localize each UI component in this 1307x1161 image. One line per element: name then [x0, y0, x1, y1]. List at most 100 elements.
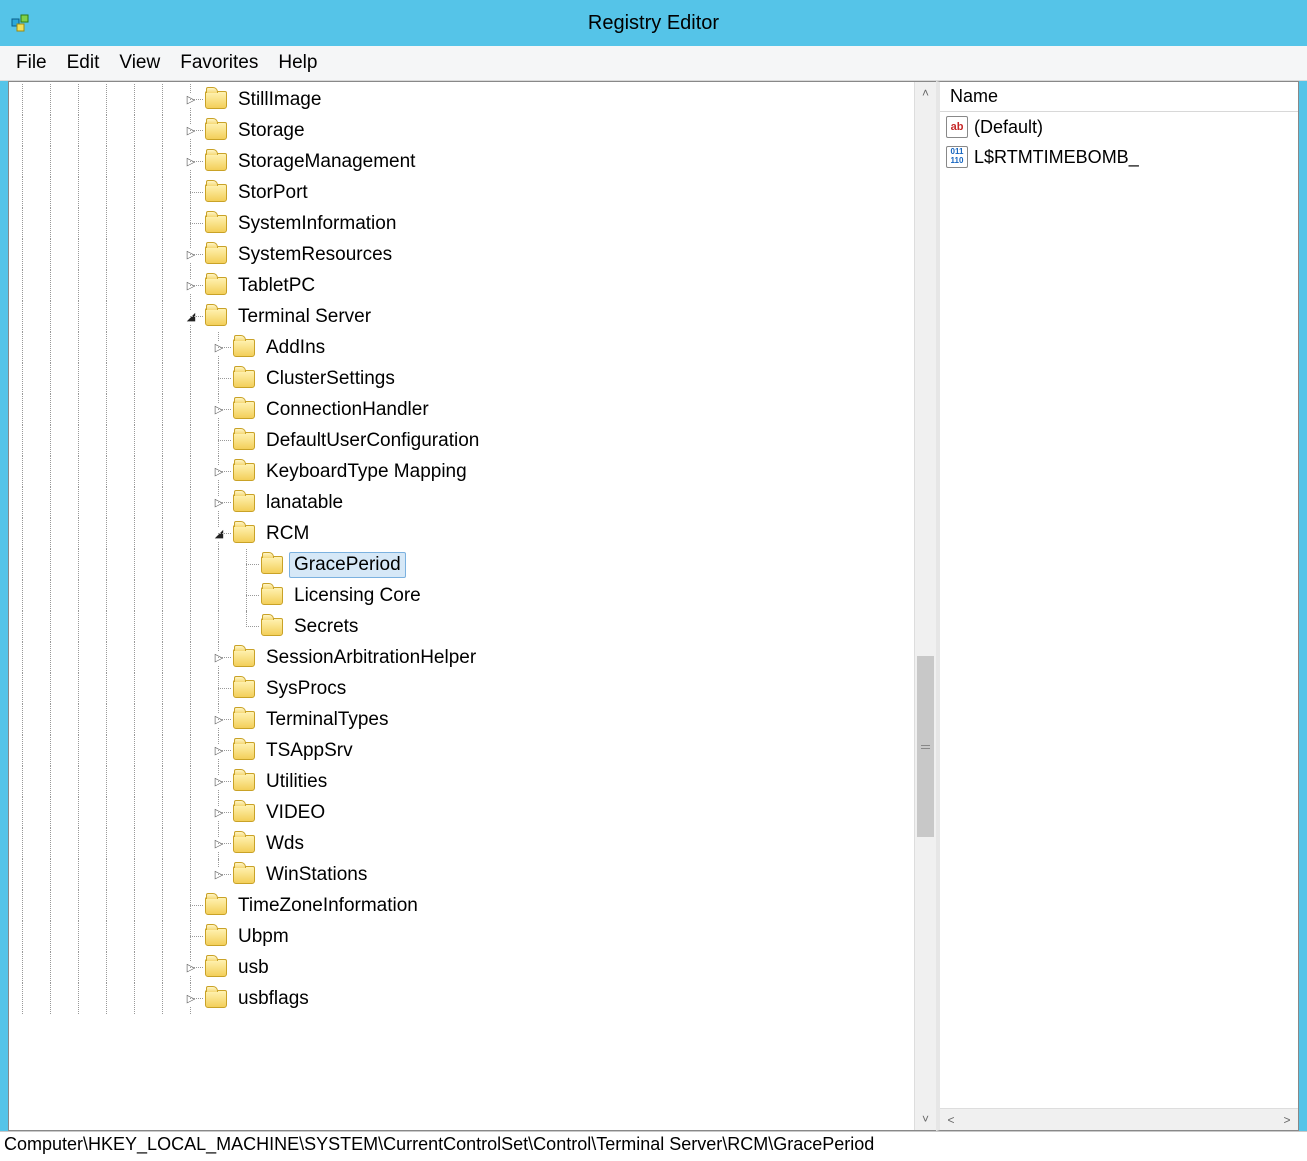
tree-node-label[interactable]: usbflags — [233, 986, 314, 1012]
tree-node[interactable]: ▷ TabletPC — [9, 270, 914, 301]
expand-icon[interactable]: ▷ — [184, 961, 198, 975]
expand-icon[interactable]: ▷ — [212, 465, 226, 479]
scroll-left-icon[interactable]: < — [940, 1109, 962, 1130]
expand-icon[interactable]: ▷ — [212, 341, 226, 355]
tree-node-label[interactable]: SystemResources — [233, 242, 397, 268]
expand-icon[interactable]: ▷ — [184, 992, 198, 1006]
tree-node[interactable]: ▷ TSAppSrv — [9, 735, 914, 766]
tree-node-label[interactable]: SessionArbitrationHelper — [261, 645, 481, 671]
tree-node-label[interactable]: WinStations — [261, 862, 372, 888]
tree-node-label[interactable]: Licensing Core — [289, 583, 426, 609]
tree-node[interactable]: Ubpm — [9, 921, 914, 952]
tree-node[interactable]: TimeZoneInformation — [9, 890, 914, 921]
tree-node[interactable]: ▷ Utilities — [9, 766, 914, 797]
tree-node-label[interactable]: Wds — [261, 831, 309, 857]
scroll-thumb[interactable] — [917, 656, 934, 837]
tree-node-label[interactable]: Utilities — [261, 769, 332, 795]
tree-node[interactable]: ▷ VIDEO — [9, 797, 914, 828]
tree-node[interactable]: ◢ RCM — [9, 518, 914, 549]
tree-node-label[interactable]: Terminal Server — [233, 304, 376, 330]
tree-node[interactable]: ▷ KeyboardType Mapping — [9, 456, 914, 487]
expand-icon[interactable]: ▷ — [212, 744, 226, 758]
tree-node-label[interactable]: TimeZoneInformation — [233, 893, 423, 919]
tree-node-label[interactable]: SystemInformation — [233, 211, 401, 237]
tree-node-label[interactable]: ClusterSettings — [261, 366, 400, 392]
tree-node[interactable]: ▷ StillImage — [9, 84, 914, 115]
expand-icon[interactable]: ▷ — [184, 155, 198, 169]
tree-node[interactable]: GracePeriod — [9, 549, 914, 580]
tree-node[interactable]: Secrets — [9, 611, 914, 642]
folder-icon — [233, 494, 255, 512]
tree-node-label[interactable]: lanatable — [261, 490, 348, 516]
menu-help[interactable]: Help — [268, 48, 327, 78]
scroll-track[interactable] — [915, 104, 936, 1108]
scroll-right-icon[interactable]: > — [1276, 1109, 1298, 1130]
tree-node-label[interactable]: AddIns — [261, 335, 330, 361]
tree-node[interactable]: StorPort — [9, 177, 914, 208]
expand-icon[interactable]: ▷ — [212, 868, 226, 882]
tree-node-label[interactable]: StorageManagement — [233, 149, 420, 175]
tree-node[interactable]: ClusterSettings — [9, 363, 914, 394]
tree-node[interactable]: ◢ Terminal Server — [9, 301, 914, 332]
tree-node[interactable]: ▷ WinStations — [9, 859, 914, 890]
tree-node-label[interactable]: StillImage — [233, 87, 326, 113]
tree-node-label[interactable]: Secrets — [289, 614, 363, 640]
values-horizontal-scrollbar[interactable]: < > — [940, 1108, 1298, 1130]
tree-node-label[interactable]: TSAppSrv — [261, 738, 358, 764]
expand-icon[interactable]: ▷ — [184, 124, 198, 138]
tree-node[interactable]: ▷ lanatable — [9, 487, 914, 518]
folder-icon — [233, 711, 255, 729]
expand-icon[interactable]: ▷ — [212, 806, 226, 820]
tree-node-label[interactable]: TabletPC — [233, 273, 320, 299]
value-row[interactable]: ab(Default) — [940, 112, 1298, 142]
tree-node[interactable]: ▷ usb — [9, 952, 914, 983]
scroll-up-icon[interactable]: ˄ — [915, 82, 936, 104]
tree-node[interactable]: ▷ SessionArbitrationHelper — [9, 642, 914, 673]
tree-node[interactable]: ▷ usbflags — [9, 983, 914, 1014]
tree-node[interactable]: ▷ Storage — [9, 115, 914, 146]
expand-icon[interactable]: ▷ — [212, 651, 226, 665]
expand-icon[interactable]: ▷ — [184, 248, 198, 262]
expand-icon[interactable]: ▷ — [212, 403, 226, 417]
tree-node[interactable]: SystemInformation — [9, 208, 914, 239]
tree-node[interactable]: ▷ StorageManagement — [9, 146, 914, 177]
tree-node-label[interactable]: SysProcs — [261, 676, 351, 702]
tree-node-label[interactable]: GracePeriod — [289, 552, 406, 578]
tree-node-label[interactable]: Storage — [233, 118, 310, 144]
tree-node-label[interactable]: usb — [233, 955, 274, 981]
value-row[interactable]: 011110L$RTMTIMEBOMB_ — [940, 142, 1298, 172]
tree-node-label[interactable]: VIDEO — [261, 800, 330, 826]
hscroll-track[interactable] — [962, 1109, 1276, 1130]
expand-icon[interactable]: ▷ — [184, 279, 198, 293]
values-header-name[interactable]: Name — [940, 82, 1298, 112]
tree-node[interactable]: SysProcs — [9, 673, 914, 704]
menu-edit[interactable]: Edit — [57, 48, 110, 78]
tree-node[interactable]: DefaultUserConfiguration — [9, 425, 914, 456]
registry-tree[interactable]: ▷ StillImage ▷ Storage ▷ StorageManagement Sto… — [9, 82, 914, 1130]
menu-favorites[interactable]: Favorites — [170, 48, 268, 78]
tree-node-label[interactable]: KeyboardType Mapping — [261, 459, 472, 485]
expand-icon[interactable]: ▷ — [212, 713, 226, 727]
collapse-icon[interactable]: ◢ — [184, 310, 198, 324]
tree-node-label[interactable]: RCM — [261, 521, 314, 547]
tree-node-label[interactable]: DefaultUserConfiguration — [261, 428, 484, 454]
menu-file[interactable]: File — [6, 48, 57, 78]
scroll-down-icon[interactable]: ˅ — [915, 1108, 936, 1130]
tree-node[interactable]: ▷ Wds — [9, 828, 914, 859]
tree-node[interactable]: ▷ SystemResources — [9, 239, 914, 270]
tree-vertical-scrollbar[interactable]: ˄ ˅ — [914, 82, 936, 1130]
tree-node[interactable]: Licensing Core — [9, 580, 914, 611]
expand-icon[interactable]: ▷ — [212, 496, 226, 510]
expand-icon[interactable]: ▷ — [184, 93, 198, 107]
collapse-icon[interactable]: ◢ — [212, 527, 226, 541]
expand-icon[interactable]: ▷ — [212, 775, 226, 789]
tree-node-label[interactable]: StorPort — [233, 180, 313, 206]
tree-node-label[interactable]: ConnectionHandler — [261, 397, 434, 423]
expand-icon[interactable]: ▷ — [212, 837, 226, 851]
tree-node[interactable]: ▷ TerminalTypes — [9, 704, 914, 735]
menu-view[interactable]: View — [109, 48, 170, 78]
tree-node-label[interactable]: Ubpm — [233, 924, 294, 950]
tree-node-label[interactable]: TerminalTypes — [261, 707, 394, 733]
tree-node[interactable]: ▷ AddIns — [9, 332, 914, 363]
tree-node[interactable]: ▷ ConnectionHandler — [9, 394, 914, 425]
